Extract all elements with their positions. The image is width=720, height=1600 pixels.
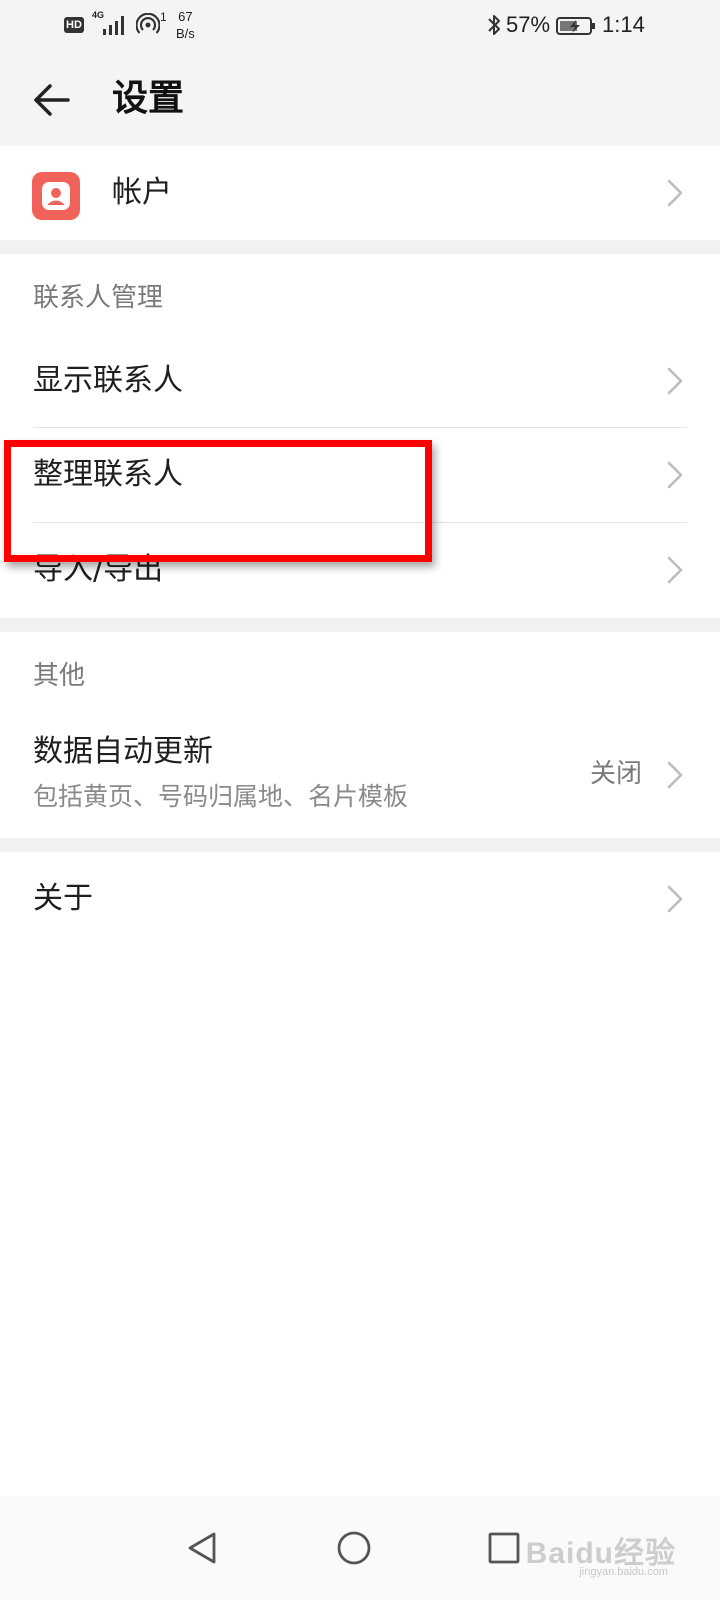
app-header: 设置: [0, 52, 720, 146]
back-arrow-icon: [34, 84, 70, 116]
chevron-right-icon: [667, 367, 683, 395]
signal-icon: [103, 16, 124, 35]
auto-update-value: 关闭: [589, 759, 642, 789]
account-row[interactable]: 帐户: [0, 146, 720, 240]
triangle-back-icon: [188, 1532, 216, 1564]
chevron-right-icon: [667, 761, 683, 789]
circle-home-icon: [337, 1531, 371, 1565]
page-title: 设置: [112, 78, 185, 119]
section-title-contacts: 联系人管理: [33, 283, 164, 313]
account-card: 帐户: [0, 146, 720, 240]
hotspot-icon: [136, 13, 160, 34]
account-icon: [32, 172, 80, 220]
bluetooth-icon: [488, 15, 500, 35]
about-card: 关于: [0, 852, 720, 946]
nav-back-button[interactable]: [172, 1518, 232, 1578]
hotspot-count: 1: [160, 10, 167, 24]
battery-percent: 57%: [506, 12, 551, 37]
auto-update-label: 数据自动更新: [33, 734, 213, 769]
auto-update-description: 包括黄页、号码归属地、名片模板: [33, 782, 409, 811]
other-card: 其他 数据自动更新 包括黄页、号码归属地、名片模板 关闭: [0, 632, 720, 838]
about-label: 关于: [33, 881, 93, 916]
about-row[interactable]: 关于: [0, 852, 720, 946]
section-gap: [0, 240, 720, 254]
display-contacts-row[interactable]: 显示联系人: [0, 334, 720, 428]
baidu-watermark-url: jingyan.baidu.com: [579, 1566, 668, 1578]
section-gap: [0, 838, 720, 852]
chevron-right-icon: [667, 885, 683, 913]
clock: 1:14: [602, 12, 645, 37]
display-contacts-label: 显示联系人: [33, 363, 183, 398]
chevron-right-icon: [667, 179, 683, 207]
auto-update-row[interactable]: 数据自动更新 包括黄页、号码归属地、名片模板 关闭: [0, 716, 720, 830]
nav-home-button[interactable]: [324, 1518, 384, 1578]
section-title-other: 其他: [33, 661, 86, 691]
battery-charging-icon: [556, 17, 595, 35]
highlight-annotation-box: [4, 440, 432, 562]
section-gap: [0, 618, 720, 632]
back-button[interactable]: [30, 78, 74, 122]
speed-unit: B/s: [176, 26, 195, 41]
contacts-management-card: 联系人管理 显示联系人 整理联系人 导入/导出: [0, 254, 720, 618]
account-label: 帐户: [112, 175, 172, 210]
speed-value: 67: [178, 9, 193, 24]
chevron-right-icon: [667, 556, 683, 584]
network-speed: 67 B/s: [176, 8, 195, 42]
hd-badge: HD: [64, 17, 84, 33]
status-bar: HD 4G 1 67 B/s 57% 1:14: [0, 0, 720, 52]
chevron-right-icon: [667, 461, 683, 489]
